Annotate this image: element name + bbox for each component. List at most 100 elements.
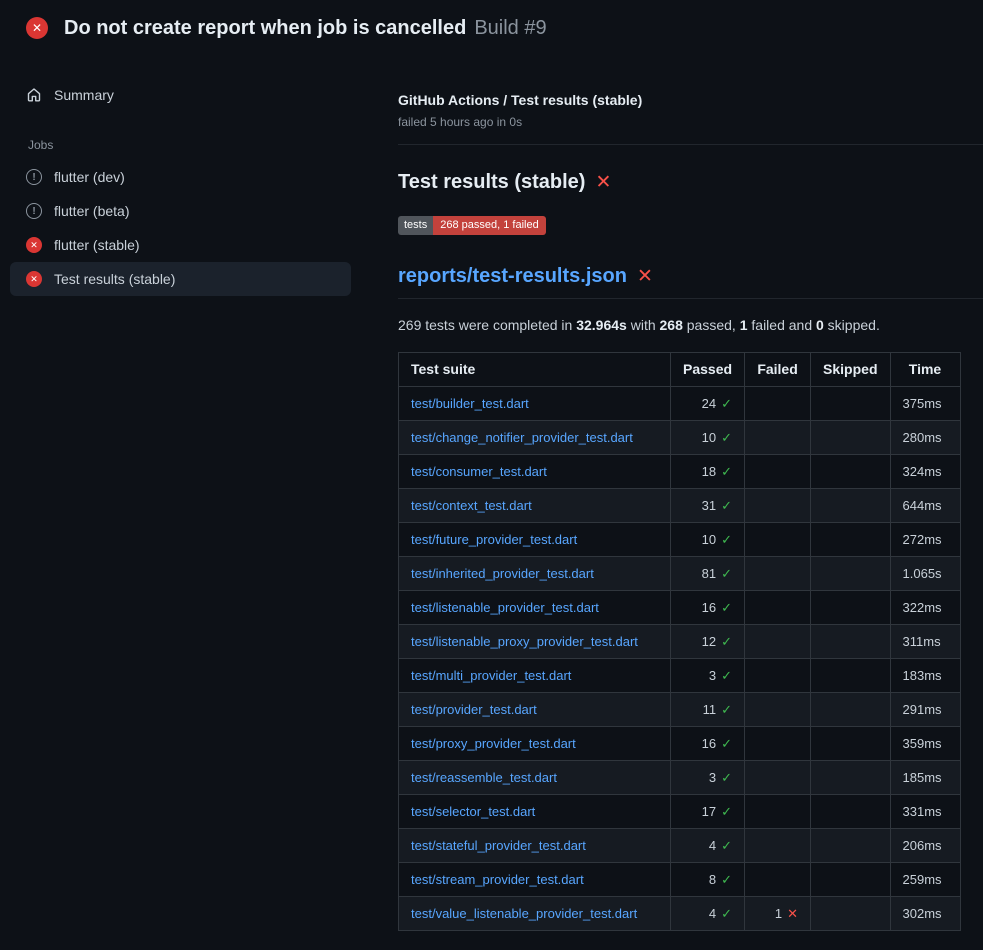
check-icon: ✓ xyxy=(721,396,732,411)
column-header-passed: Passed xyxy=(671,353,745,387)
passed-cell: 11✓ xyxy=(671,693,745,727)
check-icon: ✓ xyxy=(721,634,732,649)
failed-cell: ✕ xyxy=(745,489,811,523)
passed-cell: 17✓ xyxy=(671,795,745,829)
sidebar-item-flutter-beta[interactable]: ! flutter (beta) xyxy=(10,194,351,228)
skipped-cell xyxy=(811,761,890,795)
test-suite-cell: test/context_test.dart xyxy=(399,489,671,523)
passed-cell: 16✓ xyxy=(671,591,745,625)
test-suite-cell: test/consumer_test.dart xyxy=(399,455,671,489)
time-cell: 359ms xyxy=(890,727,960,761)
test-suite-link[interactable]: test/stream_provider_test.dart xyxy=(411,872,584,887)
sidebar-summary-label: Summary xyxy=(54,87,114,103)
test-suite-link[interactable]: test/stateful_provider_test.dart xyxy=(411,838,586,853)
time-cell: 185ms xyxy=(890,761,960,795)
check-icon: ✓ xyxy=(721,872,732,887)
test-suite-link[interactable]: test/context_test.dart xyxy=(411,498,532,513)
failed-x-icon: ✕ xyxy=(595,173,611,192)
failed-icon: ✕ xyxy=(26,271,42,287)
skipped-cell xyxy=(811,387,890,421)
failed-cell: ✕ xyxy=(745,863,811,897)
sidebar-item-summary[interactable]: Summary xyxy=(10,78,351,112)
table-row: test/multi_provider_test.dart 3✓ ✕ 183ms xyxy=(399,659,961,693)
failed-cell: ✕ xyxy=(745,455,811,489)
passed-count: 268 xyxy=(660,317,683,333)
sidebar-item-label: Test results (stable) xyxy=(54,271,175,287)
badge-value: 268 passed, 1 failed xyxy=(433,216,545,235)
passed-cell: 16✓ xyxy=(671,727,745,761)
time-cell: 331ms xyxy=(890,795,960,829)
test-suite-link[interactable]: test/value_listenable_provider_test.dart xyxy=(411,906,637,921)
passed-cell: 31✓ xyxy=(671,489,745,523)
test-suite-cell: test/value_listenable_provider_test.dart xyxy=(399,897,671,931)
table-row: test/reassemble_test.dart 3✓ ✕ 185ms xyxy=(399,761,961,795)
test-suite-link[interactable]: test/listenable_provider_test.dart xyxy=(411,600,599,615)
duration-value: 32.964s xyxy=(576,317,627,333)
test-suite-cell: test/change_notifier_provider_test.dart xyxy=(399,421,671,455)
check-icon: ✓ xyxy=(721,464,732,479)
results-table: Test suite Passed Failed Skipped Time te… xyxy=(398,352,961,931)
failed-cell: ✕ xyxy=(745,387,811,421)
test-suite-link[interactable]: test/proxy_provider_test.dart xyxy=(411,736,576,751)
report-link[interactable]: reports/test-results.json xyxy=(398,265,627,288)
run-failed-icon: ✕ xyxy=(26,17,48,39)
column-header-test-suite: Test suite xyxy=(399,353,671,387)
check-icon: ✓ xyxy=(721,566,732,581)
test-suite-cell: test/inherited_provider_test.dart xyxy=(399,557,671,591)
sidebar-item-label: flutter (stable) xyxy=(54,237,140,253)
test-suite-link[interactable]: test/inherited_provider_test.dart xyxy=(411,566,594,581)
failed-cell: ✕ xyxy=(745,693,811,727)
sidebar-item-flutter-stable[interactable]: ✕ flutter (stable) xyxy=(10,228,351,262)
passed-cell: 18✓ xyxy=(671,455,745,489)
test-suite-link[interactable]: test/listenable_proxy_provider_test.dart xyxy=(411,634,638,649)
test-suite-cell: test/listenable_provider_test.dart xyxy=(399,591,671,625)
sidebar: Summary Jobs ! flutter (dev) ! flutter (… xyxy=(0,56,390,296)
test-suite-link[interactable]: test/consumer_test.dart xyxy=(411,464,547,479)
breadcrumb: GitHub Actions / Test results (stable) xyxy=(398,92,983,108)
test-suite-link[interactable]: test/selector_test.dart xyxy=(411,804,535,819)
test-suite-link[interactable]: test/multi_provider_test.dart xyxy=(411,668,571,683)
failed-cell: 1✕ xyxy=(745,897,811,931)
skipped-cell xyxy=(811,829,890,863)
failed-cell: ✕ xyxy=(745,829,811,863)
check-icon: ✓ xyxy=(721,906,732,921)
failed-cell: ✕ xyxy=(745,421,811,455)
section-title-text: Test results (stable) xyxy=(398,171,585,194)
check-icon: ✓ xyxy=(721,668,732,683)
test-suite-cell: test/reassemble_test.dart xyxy=(399,761,671,795)
check-icon: ✓ xyxy=(721,736,732,751)
skipped-cell xyxy=(811,693,890,727)
test-suite-link[interactable]: test/future_provider_test.dart xyxy=(411,532,577,547)
run-title-group: Do not create report when job is cancell… xyxy=(64,17,547,40)
sidebar-item-test-results-stable[interactable]: ✕ Test results (stable) xyxy=(10,262,351,296)
failed-cell: ✕ xyxy=(745,625,811,659)
skipped-cell xyxy=(811,897,890,931)
test-suite-link[interactable]: test/builder_test.dart xyxy=(411,396,529,411)
table-row: test/provider_test.dart 11✓ ✕ 291ms xyxy=(399,693,961,727)
run-title: Do not create report when job is cancell… xyxy=(64,17,466,39)
passed-cell: 81✓ xyxy=(671,557,745,591)
table-row: test/value_listenable_provider_test.dart… xyxy=(399,897,961,931)
skipped-cell xyxy=(811,523,890,557)
sidebar-item-flutter-dev[interactable]: ! flutter (dev) xyxy=(10,160,351,194)
home-icon xyxy=(26,87,42,103)
test-suite-cell: test/proxy_provider_test.dart xyxy=(399,727,671,761)
passed-cell: 10✓ xyxy=(671,421,745,455)
test-suite-link[interactable]: test/provider_test.dart xyxy=(411,702,537,717)
table-row: test/change_notifier_provider_test.dart … xyxy=(399,421,961,455)
test-suite-link[interactable]: test/change_notifier_provider_test.dart xyxy=(411,430,633,445)
passed-cell: 4✓ xyxy=(671,897,745,931)
skipped-cell xyxy=(811,659,890,693)
time-cell: 375ms xyxy=(890,387,960,421)
skipped-cell xyxy=(811,727,890,761)
passed-cell: 12✓ xyxy=(671,625,745,659)
jobs-section-label: Jobs xyxy=(28,138,351,152)
skipped-count: 0 xyxy=(816,317,824,333)
run-header: ✕ Do not create report when job is cance… xyxy=(0,0,983,56)
passed-cell: 10✓ xyxy=(671,523,745,557)
skipped-cell xyxy=(811,591,890,625)
test-suite-link[interactable]: test/reassemble_test.dart xyxy=(411,770,557,785)
skipped-cell xyxy=(811,489,890,523)
passed-cell: 3✓ xyxy=(671,761,745,795)
check-icon: ✓ xyxy=(721,702,732,717)
